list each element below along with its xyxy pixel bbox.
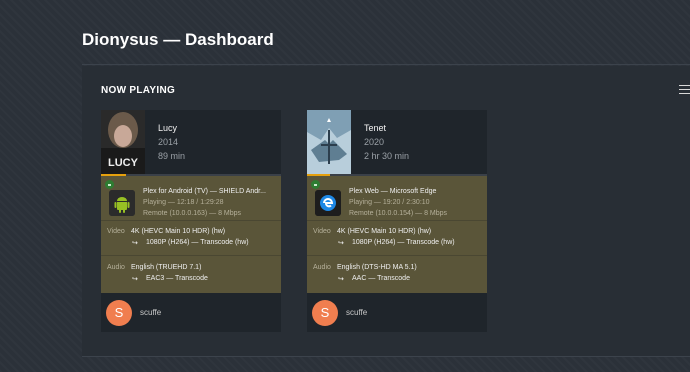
media-title[interactable]: Lucy bbox=[158, 123, 177, 133]
session-card-lucy[interactable]: LUCY Lucy 2014 89 min Plex for Android (… bbox=[101, 110, 281, 332]
transcode-arrow-icon: ↪ bbox=[132, 240, 138, 247]
card-header: Tenet 2020 2 hr 30 min bbox=[307, 110, 487, 176]
transcode-arrow-icon: ↪ bbox=[338, 276, 344, 283]
android-icon bbox=[109, 190, 135, 216]
media-year: 2020 bbox=[364, 137, 385, 147]
header-divider bbox=[82, 64, 690, 65]
audio-label: Audio bbox=[313, 264, 331, 271]
video-info: Video 4K (HEVC Main 10 HDR) (hw) ↪ 1080P… bbox=[307, 221, 487, 256]
transcode-arrow-icon: ↪ bbox=[132, 276, 138, 283]
poster-image[interactable] bbox=[307, 110, 351, 174]
media-duration: 2 hr 30 min bbox=[364, 151, 410, 161]
session-card-tenet[interactable]: Tenet 2020 2 hr 30 min Plex Web — Micros… bbox=[307, 110, 487, 332]
audio-label: Audio bbox=[107, 264, 125, 271]
media-title[interactable]: Tenet bbox=[364, 123, 386, 133]
username[interactable]: scuffe bbox=[140, 308, 161, 317]
section-title: NOW PLAYING bbox=[101, 85, 176, 96]
menu-icon[interactable] bbox=[679, 85, 690, 97]
audio-info: Audio English (DTS-HD MA 5.1) ↪ AAC — Tr… bbox=[307, 256, 487, 293]
audio-source: English (TRUEHD 7.1) bbox=[131, 264, 202, 271]
player-info: Plex for Android (TV) — SHIELD Andr... P… bbox=[101, 176, 281, 221]
remote-address: Remote (10.0.0.163) — 8 Mbps bbox=[143, 210, 242, 217]
username[interactable]: scuffe bbox=[346, 308, 367, 317]
playback-state: Playing — 19:20 / 2:30:10 bbox=[349, 199, 430, 206]
user-row[interactable]: S scuffe bbox=[101, 294, 281, 332]
player-name: Plex for Android (TV) — SHIELD Andr... bbox=[143, 188, 266, 195]
audio-transcode: AAC — Transcode bbox=[352, 275, 410, 282]
audio-info: Audio English (TRUEHD 7.1) ↪ EAC3 — Tran… bbox=[101, 256, 281, 293]
avatar[interactable]: S bbox=[312, 300, 338, 326]
video-source: 4K (HEVC Main 10 HDR) (hw) bbox=[131, 228, 226, 235]
audio-source: English (DTS-HD MA 5.1) bbox=[337, 264, 417, 271]
card-header: LUCY Lucy 2014 89 min bbox=[101, 110, 281, 176]
video-transcode: 1080P (H264) — Transcode (hw) bbox=[352, 239, 455, 246]
lock-icon bbox=[105, 180, 114, 189]
transcode-arrow-icon: ↪ bbox=[338, 240, 344, 247]
video-info: Video 4K (HEVC Main 10 HDR) (hw) ↪ 1080P… bbox=[101, 221, 281, 256]
remote-address: Remote (10.0.0.154) — 8 Mbps bbox=[349, 210, 448, 217]
video-label: Video bbox=[107, 228, 125, 235]
poster-image[interactable]: LUCY bbox=[101, 110, 145, 174]
media-duration: 89 min bbox=[158, 151, 186, 161]
footer-divider bbox=[82, 356, 690, 357]
user-row[interactable]: S scuffe bbox=[307, 294, 487, 332]
video-label: Video bbox=[313, 228, 331, 235]
player-info: Plex Web — Microsoft Edge Playing — 19:2… bbox=[307, 176, 487, 221]
lock-icon bbox=[311, 180, 320, 189]
page-title: Dionysus — Dashboard bbox=[82, 30, 274, 49]
media-year: 2014 bbox=[158, 137, 179, 147]
svg-text:LUCY: LUCY bbox=[108, 157, 139, 169]
playback-state: Playing — 12:18 / 1:29:28 bbox=[143, 199, 224, 206]
audio-transcode: EAC3 — Transcode bbox=[146, 275, 208, 282]
video-transcode: 1080P (H264) — Transcode (hw) bbox=[146, 239, 249, 246]
avatar[interactable]: S bbox=[106, 300, 132, 326]
player-name: Plex Web — Microsoft Edge bbox=[349, 188, 437, 195]
edge-icon bbox=[315, 190, 341, 216]
video-source: 4K (HEVC Main 10 HDR) (hw) bbox=[337, 228, 432, 235]
